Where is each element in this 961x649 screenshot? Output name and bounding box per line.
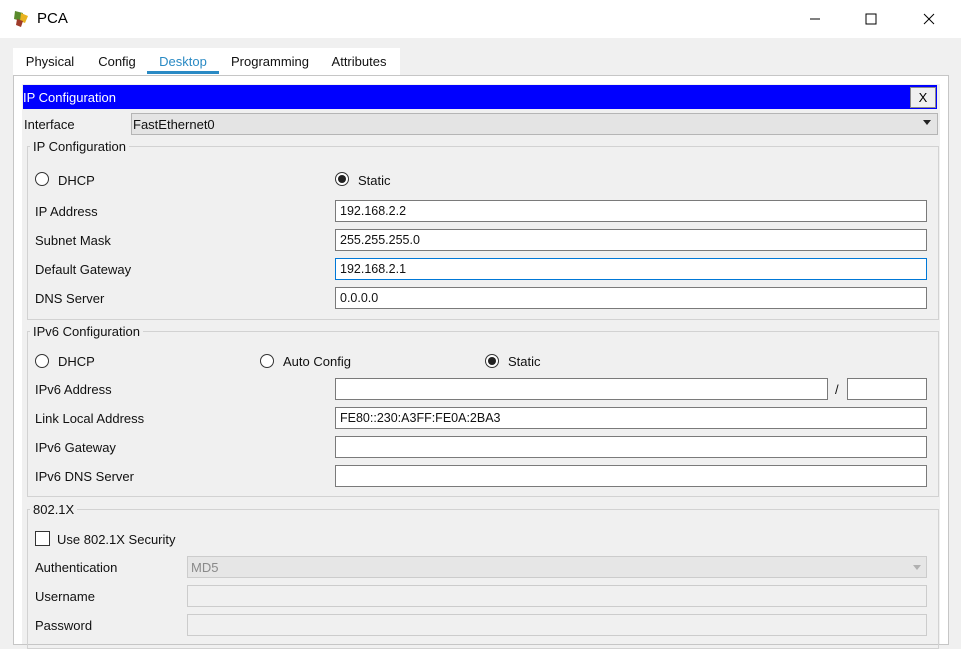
use-8021x-checkbox[interactable] — [35, 531, 50, 546]
ipv6-address-label: IPv6 Address — [35, 382, 112, 397]
interface-select[interactable] — [131, 113, 938, 135]
default-gateway-label: Default Gateway — [35, 262, 132, 277]
ipv6-dns-server-label: IPv6 DNS Server — [35, 469, 134, 484]
ipv6-dhcp-radio[interactable] — [35, 354, 49, 368]
ipv6-prefix-field[interactable] — [847, 378, 927, 400]
ipv6-static-radio[interactable] — [485, 354, 499, 368]
ipv4-dhcp-label: DHCP — [58, 173, 95, 188]
ipv6-auto-config-label: Auto Config — [283, 354, 351, 369]
ipv4-static-label: Static — [358, 173, 391, 188]
window-title: PCA — [37, 10, 68, 27]
panel-close-button[interactable]: X — [910, 87, 936, 108]
username-label: Username — [35, 589, 95, 604]
ipv6-auto-config-radio[interactable] — [260, 354, 274, 368]
authentication-value: MD5 — [191, 560, 219, 575]
prefix-slash: / — [835, 382, 839, 397]
chevron-down-icon — [913, 565, 921, 570]
interface-label: Interface — [24, 117, 75, 132]
link-local-address-label: Link Local Address — [35, 411, 145, 426]
ipv6-dns-server-field[interactable] — [335, 465, 927, 487]
ipv6-group-title: IPv6 Configuration — [30, 324, 143, 339]
tab-attributes[interactable]: Attributes — [323, 48, 395, 75]
authentication-label: Authentication — [35, 560, 118, 575]
use-8021x-label: Use 802.1X Security — [57, 532, 176, 547]
interface-value: FastEthernet0 — [133, 117, 215, 132]
active-tab-indicator — [147, 71, 219, 74]
ipv6-gateway-label: IPv6 Gateway — [35, 440, 116, 455]
subnet-mask-label: Subnet Mask — [35, 233, 111, 248]
minimize-icon — [810, 18, 820, 20]
default-gateway-field[interactable]: 192.168.2.1 — [335, 258, 927, 280]
ipv6-gateway-field[interactable] — [335, 436, 927, 458]
panel-header — [23, 85, 937, 109]
tab-config[interactable]: Config — [91, 48, 143, 75]
tab-programming[interactable]: Programming — [223, 48, 317, 75]
minimize-button[interactable] — [792, 0, 838, 38]
ip-address-field[interactable]: 192.168.2.2 — [335, 200, 927, 222]
ip-address-label: IP Address — [35, 204, 98, 219]
password-field[interactable] — [187, 614, 927, 636]
maximize-icon — [865, 13, 877, 25]
password-label: Password — [35, 618, 93, 633]
dot1x-group-title: 802.1X — [30, 502, 78, 517]
authentication-select[interactable] — [187, 556, 927, 578]
ipv6-address-field[interactable] — [335, 378, 828, 400]
ipv4-static-radio[interactable] — [335, 172, 349, 186]
close-window-button[interactable] — [906, 0, 952, 38]
ipv4-group-title: IP Configuration — [30, 139, 129, 154]
ipv6-static-label: Static — [508, 354, 541, 369]
subnet-mask-field[interactable]: 255.255.255.0 — [335, 229, 927, 251]
link-local-address-field[interactable]: FE80::230:A3FF:FE0A:2BA3 — [335, 407, 927, 429]
panel-title: IP Configuration — [23, 90, 116, 105]
ipv4-dhcp-radio[interactable] — [35, 172, 49, 186]
dns-server-field[interactable]: 0.0.0.0 — [335, 287, 927, 309]
username-field[interactable] — [187, 585, 927, 607]
close-icon — [923, 13, 935, 25]
dns-server-label: DNS Server — [35, 291, 105, 306]
tab-physical[interactable]: Physical — [13, 48, 87, 75]
maximize-button[interactable] — [848, 0, 894, 38]
chevron-down-icon — [923, 120, 931, 125]
ipv6-dhcp-label: DHCP — [58, 354, 95, 369]
packet-tracer-pc-icon — [12, 9, 32, 29]
